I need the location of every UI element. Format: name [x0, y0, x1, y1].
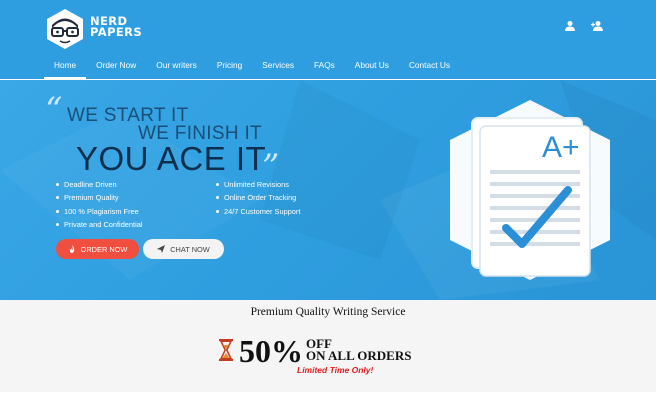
logo[interactable]: NERD PAPERS [44, 8, 154, 50]
discount-all-orders-label: ON ALL ORDERS [306, 348, 412, 363]
nav-faqs[interactable]: FAQs [304, 57, 345, 79]
main-nav: Home Order Now Our writers Pricing Servi… [44, 57, 460, 79]
nav-order-now[interactable]: Order Now [86, 57, 146, 79]
add-user-icon[interactable] [591, 20, 603, 32]
site-header: NERD PAPERS Home Order Now Our writers P… [0, 0, 656, 79]
feature-list-left: Deadline Driven Premium Quality 100 % Pl… [56, 178, 142, 231]
feature-item: 24/7 Customer Support [216, 205, 300, 218]
order-now-button[interactable]: ORDER NOW [56, 239, 139, 259]
promo-title: Premium Quality Writing Service [250, 306, 406, 318]
nav-our-writers[interactable]: Our writers [146, 57, 207, 79]
logo-text: NERD PAPERS [90, 15, 143, 39]
order-now-label: ORDER NOW [80, 244, 128, 254]
promo-section: Premium Quality Writing Service 50% OFF … [0, 300, 656, 392]
hero-headline-line3: YOU ACE IT [76, 140, 267, 177]
send-icon [157, 245, 166, 253]
user-icon[interactable] [564, 20, 576, 32]
discount-percent: 50% [239, 333, 303, 369]
open-quote-mark: “ [45, 90, 63, 130]
nav-contact-us[interactable]: Contact Us [399, 57, 460, 79]
feature-item: 100 % Plagiarism Free [56, 205, 142, 218]
feature-item: Deadline Driven [56, 178, 142, 191]
nav-home[interactable]: Home [44, 57, 87, 79]
hourglass-icon [219, 339, 233, 361]
graded-paper-illustration: A+ [450, 100, 610, 280]
nav-about-us[interactable]: About Us [345, 57, 399, 79]
nav-services[interactable]: Services [252, 57, 304, 79]
nerd-mascot-icon [47, 9, 83, 49]
feature-item: Online Order Tracking [216, 191, 300, 204]
grade-text: A+ [542, 131, 580, 164]
feature-item: Unlimited Revisions [216, 178, 300, 191]
logo-line2: PAPERS [90, 25, 143, 39]
hero-section: “ WE START IT WE FINISH IT YOU ACE IT ” … [0, 80, 656, 300]
nav-pricing[interactable]: Pricing [207, 57, 252, 79]
feature-list-right: Unlimited Revisions Online Order Trackin… [216, 178, 300, 218]
chat-now-label: CHAT NOW [170, 244, 210, 254]
discount-offer[interactable]: 50% OFF ON ALL ORDERS Limited Time Only! [218, 333, 448, 380]
fire-icon [69, 245, 74, 253]
feature-item: Private and Confidential [56, 218, 142, 231]
chat-now-button[interactable]: CHAT NOW [143, 239, 224, 259]
feature-item: Premium Quality [56, 191, 142, 204]
limited-time-label: Limited Time Only! [297, 365, 374, 375]
